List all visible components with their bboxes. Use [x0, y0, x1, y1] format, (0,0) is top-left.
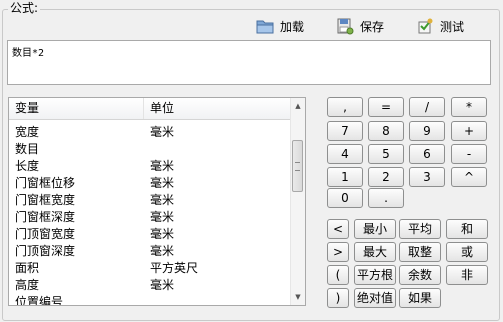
unit-cell: 毫米 [150, 125, 175, 139]
keypad-symbol-button[interactable]: + [451, 121, 487, 141]
keypad-symbol-button[interactable]: * [451, 97, 487, 117]
keypad-symbol-button[interactable]: = [368, 97, 404, 117]
keypad-symbol-button[interactable]: - [451, 144, 487, 164]
formula-group-title: 公式: [8, 0, 41, 16]
unit-cell: 毫米 [150, 278, 175, 292]
keypad-symbol-button[interactable]: 8 [368, 121, 404, 141]
variable-rows: 宽度 毫米 数目 长度 毫米 门窗框位移 毫米 门窗框宽度 毫米 门窗框深度 毫米 门顶窗宽度 毫米 门顶… [9, 124, 291, 306]
keypad-symbol-button[interactable]: , [327, 97, 363, 117]
keypad-function-button[interactable]: 最小 [354, 219, 396, 239]
keypad-symbol-button[interactable]: 9 [409, 121, 445, 141]
keypad-symbol-button[interactable]: 4 [327, 144, 363, 164]
keypad-function-button[interactable]: ) [327, 288, 349, 308]
variable-name-cell: 位置编号 [15, 295, 64, 306]
keypad-function-button[interactable]: 取整 [399, 242, 441, 262]
scroll-up-arrow-icon[interactable]: ▲ [291, 98, 305, 114]
unit-cell: 毫米 [150, 210, 175, 224]
load-button-label: 加载 [280, 19, 305, 34]
table-row[interactable]: 长度 毫米 [9, 158, 291, 175]
keypad-function-button[interactable]: 或 [446, 242, 488, 262]
keypad-function-button[interactable]: > [327, 242, 349, 262]
unit-cell: 毫米 [150, 193, 175, 207]
load-button[interactable]: 加载 [256, 15, 304, 37]
vertical-scrollbar[interactable]: ▲ ▼ [290, 98, 305, 305]
keypad-symbol-button[interactable]: 5 [368, 144, 404, 164]
unit-cell: 毫米 [150, 227, 175, 241]
unit-cell: 平方英尺 [150, 261, 199, 275]
variable-list-header: 变量 单位 [9, 98, 291, 120]
table-row[interactable]: 面积 平方英尺 [9, 260, 291, 277]
keypad-symbol-button[interactable]: 6 [409, 144, 445, 164]
column-header-variable[interactable]: 变量 [9, 98, 144, 119]
variable-name-cell: 数目 [15, 142, 40, 156]
column-header-unit[interactable]: 单位 [144, 98, 291, 119]
keypad-symbol-button[interactable]: ^ [451, 167, 487, 187]
table-row[interactable]: 门顶窗宽度 毫米 [9, 226, 291, 243]
keypad-function-button[interactable]: 余数 [399, 265, 441, 285]
keypad-function-button[interactable]: 和 [446, 219, 488, 239]
keypad-symbol-button[interactable]: 0 [327, 188, 363, 208]
test-button[interactable]: 测试 [416, 15, 464, 37]
keypad-function-button[interactable]: 最大 [354, 242, 396, 262]
keypad-function-button[interactable]: 如果 [399, 288, 441, 308]
variable-name-cell: 宽度 [15, 125, 40, 139]
unit-cell [144, 141, 291, 158]
table-row[interactable]: 位置编号 [9, 294, 291, 306]
folder-icon [256, 17, 274, 35]
variable-name-cell: 长度 [15, 159, 40, 173]
unit-cell [144, 294, 291, 305]
table-row[interactable]: 门窗框深度 毫米 [9, 209, 291, 226]
keypad-symbol-button[interactable]: / [409, 97, 445, 117]
save-icon [336, 17, 354, 35]
table-row[interactable]: 门顶窗深度 毫米 [9, 243, 291, 260]
variable-list[interactable]: 变量 单位 宽度 毫米 数目 长度 毫米 门窗框位移 毫米 门窗框宽度 毫米 门窗框深度 毫米 门顶窗… [8, 97, 306, 306]
keypad-symbol-button[interactable]: 7 [327, 121, 363, 141]
variable-name-cell: 门顶窗宽度 [15, 227, 76, 241]
table-row[interactable]: 门窗框位移 毫米 [9, 175, 291, 192]
test-icon [416, 17, 434, 35]
keypad-function-button[interactable]: 平方根 [354, 265, 396, 285]
table-row[interactable]: 高度 毫米 [9, 277, 291, 294]
keypad-function-button[interactable]: 非 [446, 265, 488, 285]
variable-name-cell: 门窗框宽度 [15, 193, 76, 207]
variable-name-cell: 门顶窗深度 [15, 244, 76, 258]
table-row[interactable]: 门窗框宽度 毫米 [9, 192, 291, 209]
keypad-function-button[interactable]: < [327, 219, 349, 239]
unit-cell: 毫米 [150, 176, 175, 190]
scroll-down-arrow-icon[interactable]: ▼ [291, 289, 305, 305]
save-button[interactable]: 保存 [336, 15, 384, 37]
table-row[interactable]: 宽度 毫米 [9, 124, 291, 141]
save-button-label: 保存 [360, 19, 385, 34]
keypad-function-button[interactable]: 平均 [399, 219, 441, 239]
keypad-symbol-button[interactable]: 2 [368, 167, 404, 187]
formula-input[interactable]: 数目*2 [7, 40, 491, 85]
unit-cell: 毫米 [150, 244, 175, 258]
keypad-symbol-button[interactable]: . [368, 188, 404, 208]
variable-name-cell: 门窗框深度 [15, 210, 76, 224]
variable-name-cell: 面积 [15, 261, 40, 275]
unit-cell: 毫米 [150, 159, 175, 173]
test-button-label: 测试 [440, 19, 465, 34]
variable-name-cell: 门窗框位移 [15, 176, 76, 190]
keypad-symbol-button[interactable]: 1 [327, 167, 363, 187]
table-row[interactable]: 数目 [9, 141, 291, 158]
scrollbar-thumb[interactable] [292, 140, 303, 192]
keypad-function-button[interactable]: 绝对值 [354, 288, 396, 308]
variable-name-cell: 高度 [15, 278, 40, 292]
keypad-symbol-button[interactable]: 3 [409, 167, 445, 187]
keypad-function-button[interactable]: ( [327, 265, 349, 285]
